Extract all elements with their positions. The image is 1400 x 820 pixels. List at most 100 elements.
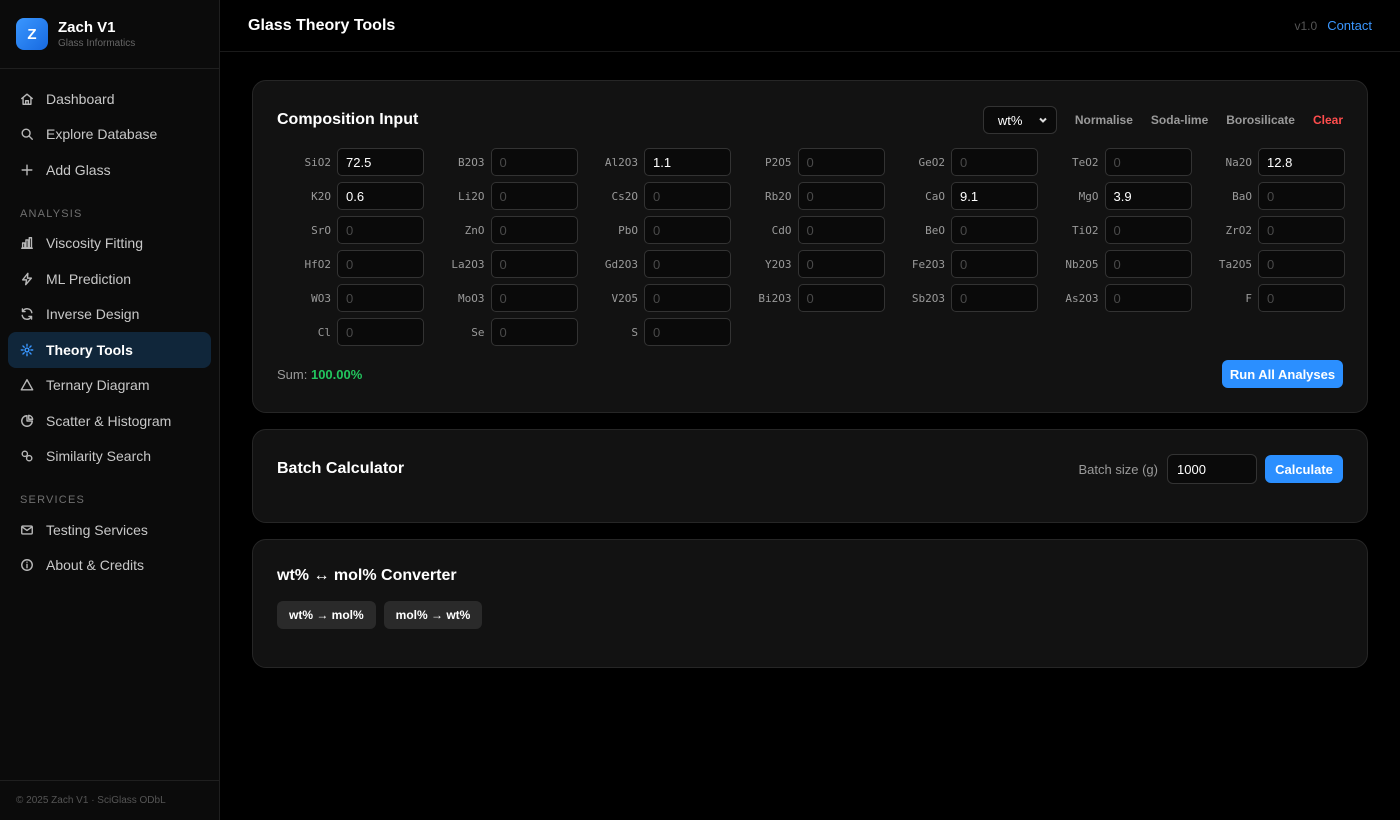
oxide-input[interactable] [337,216,424,244]
oxide-input[interactable] [797,182,885,210]
oxide-label: S [631,325,638,339]
oxide-label: SrO [311,223,331,237]
oxide-field: La2O3 [431,250,578,278]
unit-select[interactable]: wt% [982,106,1057,134]
sidebar-item-viscosity-fitting[interactable]: Viscosity Fitting [8,226,211,262]
batch-calculator-card: Batch Calculator Batch size (g) Calculat… [252,429,1368,523]
oxide-input[interactable] [490,318,578,346]
sidebar-item-theory-tools[interactable]: Theory Tools [8,332,211,368]
oxide-input[interactable] [797,216,885,244]
oxide-label: K2O [311,189,331,203]
oxide-input[interactable] [951,182,1038,210]
sidebar-item-add-glass[interactable]: Add Glass [8,152,211,188]
soda-lime-button[interactable]: Soda-lime [1151,113,1208,127]
lightning-icon [21,272,33,286]
sidebar-item-label: Similarity Search [46,448,152,465]
sidebar-item-ternary-diagram[interactable]: Ternary Diagram [8,368,211,404]
sidebar-item-explore-database[interactable]: Explore Database [8,117,211,153]
oxide-field: TiO2 [1045,216,1192,244]
oxide-label: Sb2O3 [911,291,945,305]
calculate-button[interactable]: Calculate [1265,455,1343,483]
oxide-input[interactable] [644,284,731,312]
oxide-input[interactable] [1104,216,1192,244]
clear-button[interactable]: Clear [1313,113,1343,127]
borosilicate-button[interactable]: Borosilicate [1226,113,1295,127]
oxide-input[interactable] [644,216,731,244]
run-all-analyses-button[interactable]: Run All Analyses [1222,360,1343,388]
page-title: Glass Theory Tools [248,16,396,34]
oxide-input[interactable] [797,284,885,312]
oxide-input[interactable] [490,216,578,244]
oxide-input[interactable] [644,250,731,278]
sidebar-item-scatter-histogram[interactable]: Scatter & Histogram [8,403,211,439]
oxide-field: P2O5 [738,148,885,176]
brand-logo[interactable]: Z [16,18,48,50]
oxide-input[interactable] [1258,250,1345,278]
oxide-input[interactable] [490,284,578,312]
mol-to-wt-button[interactable]: mol% → wt% [383,601,483,629]
oxide-input[interactable] [337,318,424,346]
oxide-field: Fe2O3 [891,250,1038,278]
version-label: v1.0 [1294,18,1318,33]
oxide-input[interactable] [337,182,424,210]
oxide-input[interactable] [1258,216,1345,244]
converter-buttons: wt% → mol% mol% → wt% [277,601,483,629]
composition-input-card: Composition Input wt% Normalise Soda-lim… [252,80,1368,413]
oxide-label: Ta2O5 [1218,257,1252,271]
oxide-field: PbO [584,216,731,244]
oxide-input[interactable] [797,148,885,176]
oxide-input[interactable] [644,182,731,210]
oxide-label: As2O3 [1065,291,1099,305]
sum-row: Sum: 100.00% [277,367,362,382]
oxide-grid: SiO2 B2O3 Al2O3 P2O5 GeO2 TeO2 Na2O K2O Li2O Cs2O… [277,148,1345,346]
oxide-input[interactable] [951,250,1038,278]
oxide-field: CdO [738,216,885,244]
sidebar-item-ml-prediction[interactable]: ML Prediction [8,261,211,297]
brand-subtitle: Glass Informatics [58,37,136,49]
wt-to-mol-button[interactable]: wt% → mol% [277,601,376,629]
batch-title: Batch Calculator [277,460,405,477]
sidebar-item-about-credits[interactable]: About & Credits [8,548,211,584]
sidebar-item-label: Scatter & Histogram [46,412,172,429]
oxide-label: WO3 [311,291,331,305]
triangle-icon [20,379,34,391]
info-icon [21,559,33,572]
sidebar-item-dashboard[interactable]: Dashboard [8,81,211,117]
oxide-input[interactable] [490,250,578,278]
sidebar-item-testing-services[interactable]: Testing Services [8,512,211,548]
oxide-input[interactable] [1104,250,1192,278]
oxide-input[interactable] [1104,182,1192,210]
oxide-input[interactable] [490,182,578,210]
oxide-input[interactable] [797,250,885,278]
oxide-label: GeO2 [918,155,946,169]
search-icon [21,128,33,141]
batch-size-input[interactable] [1167,454,1257,484]
oxide-label: La2O3 [451,257,485,271]
contact-link[interactable]: Contact [1327,18,1372,33]
oxide-input[interactable] [951,216,1038,244]
oxide-input[interactable] [1258,182,1345,210]
oxide-field: B2O3 [431,148,578,176]
oxide-input[interactable] [644,318,731,346]
oxide-input[interactable] [337,284,424,312]
oxide-input[interactable] [337,250,424,278]
oxide-input[interactable] [1258,148,1345,176]
oxide-input[interactable] [951,148,1038,176]
gear-icon [20,343,34,357]
sidebar-item-similarity-search[interactable]: Similarity Search [8,439,211,475]
oxide-input[interactable] [644,148,731,176]
oxide-field: TeO2 [1045,148,1192,176]
oxide-input[interactable] [1258,284,1345,312]
oxide-input[interactable] [951,284,1038,312]
batch-controls: Batch size (g) Calculate [1079,454,1343,484]
sidebar-item-label: Ternary Diagram [46,377,150,394]
batch-size-label: Batch size (g) [1078,461,1158,477]
oxide-input[interactable] [1104,148,1192,176]
oxide-input[interactable] [1104,284,1192,312]
oxide-field: Cs2O [584,182,731,210]
oxide-input[interactable] [490,148,578,176]
oxide-input[interactable] [337,148,424,176]
normalise-button[interactable]: Normalise [1075,113,1133,127]
oxide-label: BaO [1232,189,1252,203]
sidebar-item-inverse-design[interactable]: Inverse Design [8,297,211,333]
